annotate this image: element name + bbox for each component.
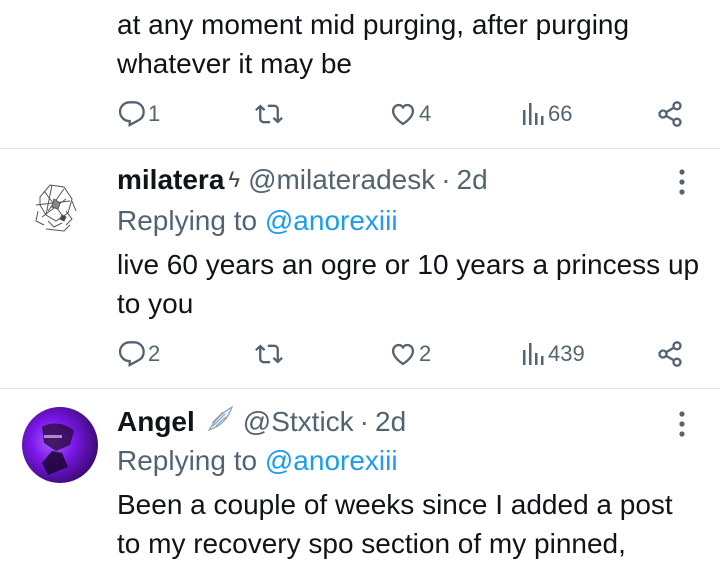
tweet-actions: 2 2 439	[0, 337, 720, 371]
user-handle[interactable]: @milateradesk	[248, 164, 435, 196]
user-handle[interactable]: @Stxtick	[243, 406, 354, 438]
tweet-header: milatera ϟ @milateradesk · 2d	[117, 163, 488, 197]
display-name[interactable]: Angel	[117, 406, 195, 438]
views-count: 439	[548, 341, 585, 366]
avatar[interactable]	[22, 171, 98, 247]
reply-button[interactable]: 1	[118, 97, 160, 131]
reply-icon	[118, 101, 145, 128]
tweet-body: Been a couple of weeks since I added a p…	[117, 485, 707, 563]
tweet-3[interactable]: Angel @Stxtick · 2d Replying to @anorexi…	[0, 389, 720, 570]
timestamp[interactable]: 2d	[457, 164, 488, 196]
share-icon	[658, 341, 682, 367]
repost-icon	[255, 104, 283, 124]
separator-dot: ·	[441, 164, 451, 195]
views-button[interactable]: 66	[522, 97, 572, 131]
tweet-body-line: to my recovery spo section of my pinned,	[117, 528, 626, 559]
replying-to: Replying to @anorexiii	[117, 445, 398, 477]
display-name[interactable]: milatera	[117, 164, 224, 196]
timestamp[interactable]: 2d	[375, 406, 406, 438]
tweet-header: Angel @Stxtick · 2d	[117, 405, 406, 439]
replying-to: Replying to @anorexiii	[117, 205, 398, 237]
reply-icon	[118, 341, 145, 368]
tweet-actions: 1 4 66	[0, 97, 720, 131]
more-options-button[interactable]	[668, 167, 696, 197]
share-button[interactable]	[656, 337, 684, 371]
tweet-2[interactable]: milatera ϟ @milateradesk · 2d Replying t…	[0, 149, 720, 388]
heart-icon	[391, 343, 415, 366]
share-icon	[658, 101, 682, 127]
tweet-1[interactable]: at any moment mid purging, after purging…	[0, 0, 720, 148]
repost-icon	[255, 344, 283, 364]
tweet-body-line: whatever it may be	[117, 48, 352, 79]
views-count: 66	[548, 101, 573, 126]
separator-dot: ·	[359, 406, 369, 437]
more-vertical-icon	[679, 169, 685, 195]
replying-to-link[interactable]: @anorexiii	[265, 445, 398, 476]
more-vertical-icon	[679, 411, 685, 437]
tweet-body-line: at any moment mid purging, after purging	[117, 9, 630, 40]
heart-icon	[391, 103, 415, 126]
tweet-body-line: live 60 years an ogre or 10 years a prin…	[117, 249, 700, 280]
name-badge-icon: ϟ	[228, 167, 241, 192]
user-photo-avatar-image	[42, 423, 74, 475]
tweet-body: at any moment mid purging, after purging…	[117, 5, 707, 83]
like-count: 4	[419, 101, 432, 126]
sketch-avatar-image	[35, 184, 77, 232]
like-button[interactable]: 2	[389, 337, 431, 371]
analytics-icon	[523, 343, 544, 365]
tweet-body-line: Been a couple of weeks since I added a p…	[117, 489, 673, 520]
like-count: 2	[419, 341, 432, 366]
repost-button[interactable]	[254, 337, 286, 371]
more-options-button[interactable]	[668, 409, 696, 439]
share-button[interactable]	[656, 97, 684, 131]
views-button[interactable]: 439	[522, 337, 585, 371]
avatar[interactable]	[22, 407, 98, 483]
replying-to-prefix: Replying to	[117, 205, 258, 236]
replying-to-link[interactable]: @anorexiii	[265, 205, 398, 236]
tweet-body-line: to you	[117, 288, 194, 319]
replying-to-prefix: Replying to	[117, 445, 258, 476]
wing-emoji-icon	[205, 404, 235, 441]
like-button[interactable]: 4	[389, 97, 431, 131]
reply-count: 2	[148, 341, 161, 366]
tweet-body: live 60 years an ogre or 10 years a prin…	[117, 245, 707, 323]
repost-button[interactable]	[254, 97, 286, 131]
reply-count: 1	[148, 101, 161, 126]
analytics-icon	[523, 103, 544, 125]
reply-button[interactable]: 2	[118, 337, 160, 371]
